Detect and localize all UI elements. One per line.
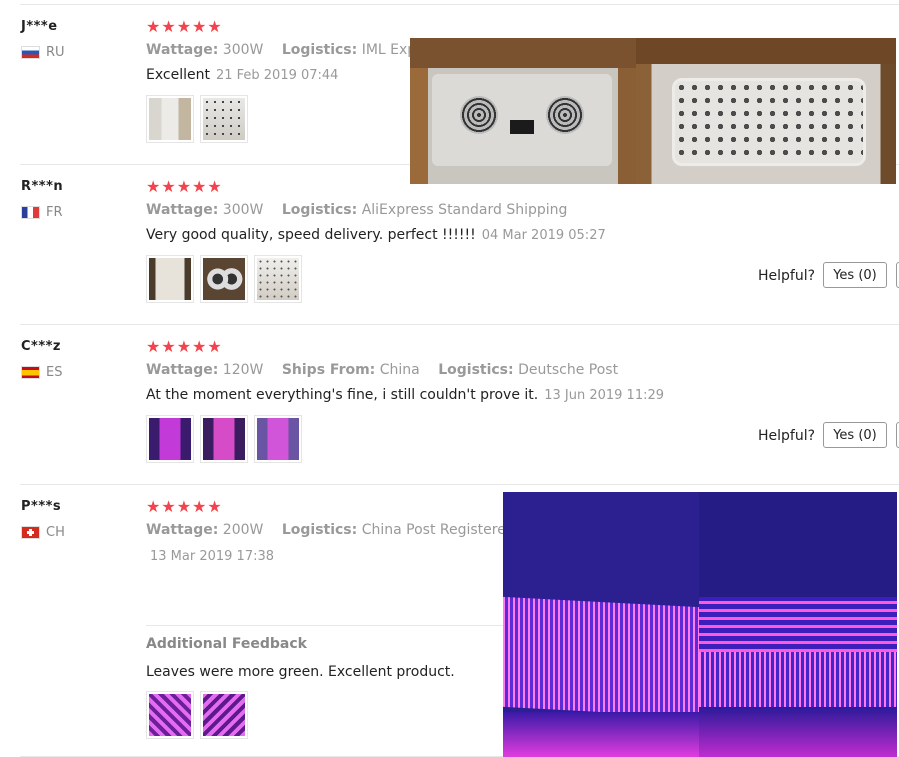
- reviewer-name: C***z: [21, 339, 62, 354]
- attr-label: Logistics:: [281, 42, 358, 58]
- review-photos: [146, 691, 248, 739]
- reviewer-country: CH: [21, 525, 65, 540]
- attr-label: Logistics:: [281, 202, 358, 218]
- attr-label: Wattage:: [146, 42, 219, 58]
- attr-label: Wattage:: [146, 202, 219, 218]
- spain-flag-icon: [21, 366, 40, 379]
- attr-label: Logistics:: [281, 522, 358, 538]
- review-photo-thumb[interactable]: [146, 415, 194, 463]
- review-text: Excellent: [146, 67, 210, 83]
- helpful-yes-button[interactable]: Yes (0): [823, 422, 887, 448]
- review-photo-thumb[interactable]: [146, 255, 194, 303]
- review-photo-thumb[interactable]: [146, 95, 194, 143]
- review-photos: [146, 95, 248, 143]
- attr-value: China: [379, 362, 420, 378]
- attr-value: 200W: [222, 522, 264, 538]
- country-code: CH: [46, 525, 65, 540]
- reviewer-name: R***n: [21, 179, 64, 194]
- review-photo-thumb[interactable]: [200, 691, 248, 739]
- review-photo-thumb[interactable]: [200, 255, 248, 303]
- star-rating: ★★★★★: [146, 497, 223, 516]
- preview-photo: [410, 38, 636, 184]
- photo-preview-popup: [410, 38, 896, 184]
- preview-photo: [636, 38, 896, 184]
- attr-label: Wattage:: [146, 522, 219, 538]
- review-photo-thumb[interactable]: [200, 95, 248, 143]
- helpful-label: Helpful?: [758, 428, 816, 444]
- review-photo-thumb[interactable]: [146, 691, 194, 739]
- star-rating: ★★★★★: [146, 337, 223, 356]
- country-code: RU: [46, 45, 65, 60]
- review-photo-thumb[interactable]: [254, 255, 302, 303]
- france-flag-icon: [21, 206, 40, 219]
- review-text-row: Very good quality, speed delivery. perfe…: [146, 227, 606, 243]
- additional-feedback-label: Additional Feedback: [146, 636, 307, 652]
- review-date: 13 Jun 2019 11:29: [544, 388, 665, 403]
- review-date: 04 Mar 2019 05:27: [481, 228, 606, 243]
- divider: [20, 4, 899, 5]
- reviewer-country: RU: [21, 45, 65, 60]
- photo-preview-popup: [503, 492, 897, 757]
- attr-value: 300W: [222, 202, 264, 218]
- review-attributes: Wattage: 300W Logistics: AliExpress Stan…: [146, 202, 581, 218]
- review-attributes: Wattage: 120W Ships From: China Logistic…: [146, 362, 632, 378]
- review-date: 13 Mar 2019 17:38: [150, 549, 275, 564]
- reviewer-country: FR: [21, 205, 63, 220]
- review-text: At the moment everything's fine, i still…: [146, 387, 539, 403]
- additional-feedback-text: Leaves were more green. Excellent produc…: [146, 664, 455, 680]
- attr-value: Deutsche Post: [518, 362, 619, 378]
- star-rating: ★★★★★: [146, 17, 223, 36]
- switzerland-flag-icon: [21, 526, 40, 539]
- country-code: FR: [46, 205, 63, 220]
- divider: [20, 484, 899, 485]
- review-photo-thumb[interactable]: [254, 415, 302, 463]
- reviewer-country: ES: [21, 365, 62, 380]
- review-photo-thumb[interactable]: [200, 415, 248, 463]
- helpful-label: Helpful?: [758, 268, 816, 284]
- russia-flag-icon: [21, 46, 40, 59]
- helpful-yes-button[interactable]: Yes (0): [823, 262, 887, 288]
- review-date: 21 Feb 2019 07:44: [215, 68, 339, 83]
- preview-photo: [503, 492, 699, 757]
- country-code: ES: [46, 365, 63, 380]
- attr-label: Logistics:: [438, 362, 514, 378]
- reviewer-name: J***e: [21, 19, 58, 34]
- review-text-row: Excellent 21 Feb 2019 07:44: [146, 67, 338, 83]
- divider: [20, 324, 899, 325]
- review-text-row: 13 Mar 2019 17:38: [150, 548, 274, 564]
- attr-label: Wattage:: [146, 362, 219, 378]
- attr-value: 120W: [222, 362, 264, 378]
- review-photos: [146, 415, 302, 463]
- star-rating: ★★★★★: [146, 177, 223, 196]
- preview-photo: [699, 492, 897, 757]
- review-text-row: At the moment everything's fine, i still…: [146, 387, 664, 403]
- reviewer-name: P***s: [21, 499, 62, 514]
- attr-value: AliExpress Standard Shipping: [361, 202, 568, 218]
- review-photos: [146, 255, 302, 303]
- review-text: Very good quality, speed delivery. perfe…: [146, 227, 476, 243]
- attr-label: Ships From:: [281, 362, 376, 378]
- attr-value: 300W: [222, 42, 264, 58]
